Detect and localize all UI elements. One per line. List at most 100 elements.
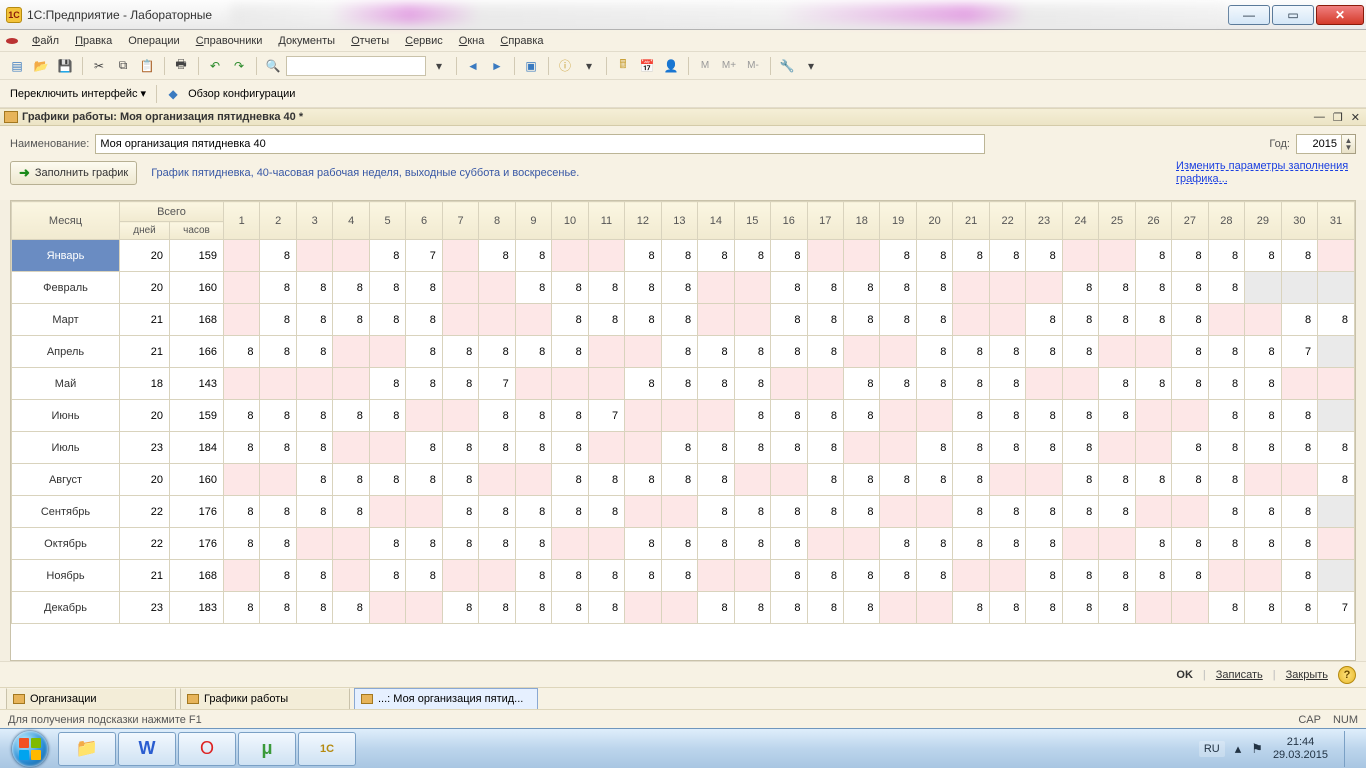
day-cell-weekend[interactable] xyxy=(1318,368,1355,400)
day-cell-weekend[interactable] xyxy=(734,464,770,496)
day-cell[interactable]: 8 xyxy=(1135,464,1171,496)
mdi-restore-icon[interactable]: ❐ xyxy=(1331,111,1345,124)
day-cell[interactable]: 8 xyxy=(771,528,807,560)
save-button[interactable]: Записать xyxy=(1216,669,1263,681)
print-icon[interactable]: 🖶 xyxy=(170,55,192,77)
hours-cell[interactable]: 166 xyxy=(170,336,224,368)
day-cell[interactable]: 8 xyxy=(880,560,916,592)
day-cell-weekend[interactable] xyxy=(442,560,478,592)
day-cell[interactable]: 8 xyxy=(260,560,296,592)
day-cell[interactable]: 8 xyxy=(1026,592,1062,624)
day-cell[interactable]: 8 xyxy=(734,432,770,464)
day-cell[interactable]: 8 xyxy=(771,400,807,432)
hours-cell[interactable]: 168 xyxy=(170,560,224,592)
day-cell[interactable]: 8 xyxy=(916,272,952,304)
day-cell[interactable]: 8 xyxy=(989,592,1025,624)
month-cell[interactable]: Июнь xyxy=(12,400,120,432)
day-cell-weekend[interactable] xyxy=(333,432,369,464)
taskbar-explorer[interactable]: 📁 xyxy=(58,732,116,766)
day-cell-weekend[interactable] xyxy=(1026,272,1062,304)
days-cell[interactable]: 18 xyxy=(120,368,170,400)
windows-icon[interactable]: ▣ xyxy=(520,55,542,77)
day-cell[interactable]: 8 xyxy=(369,240,405,272)
info-icon[interactable]: ⓘ xyxy=(554,55,576,77)
calc-icon[interactable]: 🖩 xyxy=(612,55,634,77)
day-cell[interactable]: 8 xyxy=(515,496,551,528)
day-cell[interactable]: 8 xyxy=(1208,336,1244,368)
day-cell-weekend[interactable] xyxy=(333,560,369,592)
day-cell[interactable]: 8 xyxy=(552,400,588,432)
day-cell[interactable]: 8 xyxy=(843,304,879,336)
hours-cell[interactable]: 143 xyxy=(170,368,224,400)
day-cell[interactable]: 8 xyxy=(296,560,332,592)
day-cell[interactable]: 8 xyxy=(625,272,661,304)
day-cell-weekend[interactable] xyxy=(1172,592,1208,624)
day-cell-weekend[interactable] xyxy=(807,368,843,400)
taskbar-1c[interactable]: 1C xyxy=(298,732,356,766)
day-cell[interactable]: 8 xyxy=(1281,496,1317,528)
menu-item[interactable]: Файл xyxy=(26,33,65,49)
day-cell[interactable]: 8 xyxy=(588,560,624,592)
close-form-button[interactable]: Закрыть xyxy=(1286,669,1328,681)
month-cell[interactable]: Декабрь xyxy=(12,592,120,624)
month-cell[interactable]: Январь xyxy=(12,240,120,272)
day-cell[interactable]: 8 xyxy=(953,528,989,560)
day-cell-weekend[interactable] xyxy=(880,336,916,368)
day-cell-weekend[interactable] xyxy=(661,496,697,528)
hours-cell[interactable]: 159 xyxy=(170,400,224,432)
day-cell[interactable]: 8 xyxy=(843,272,879,304)
search-dropdown-icon[interactable]: ▾ xyxy=(428,55,450,77)
day-cell-weekend[interactable] xyxy=(1245,560,1281,592)
year-spinner[interactable]: ▲▼ xyxy=(1342,134,1356,154)
day-cell[interactable]: 8 xyxy=(916,304,952,336)
mplus-icon[interactable]: M+ xyxy=(718,55,740,77)
days-cell[interactable]: 20 xyxy=(120,464,170,496)
new-doc-icon[interactable]: ▤ xyxy=(6,55,28,77)
day-cell[interactable]: 8 xyxy=(260,528,296,560)
day-cell[interactable]: 8 xyxy=(661,336,697,368)
day-cell[interactable]: 8 xyxy=(369,560,405,592)
day-cell-weekend[interactable] xyxy=(333,528,369,560)
day-cell-weekend[interactable] xyxy=(224,272,260,304)
nav-back-icon[interactable]: ◄ xyxy=(462,55,484,77)
day-cell-weekend[interactable] xyxy=(369,592,405,624)
day-cell[interactable]: 8 xyxy=(1062,304,1098,336)
day-cell[interactable]: 8 xyxy=(989,240,1025,272)
day-cell[interactable]: 8 xyxy=(260,592,296,624)
day-cell-weekend[interactable] xyxy=(880,432,916,464)
mdi-close-icon[interactable]: ✕ xyxy=(1349,111,1362,124)
day-cell[interactable]: 8 xyxy=(1062,464,1098,496)
year-input[interactable] xyxy=(1296,134,1342,154)
day-cell-weekend[interactable] xyxy=(807,240,843,272)
day-cell[interactable]: 8 xyxy=(1135,272,1171,304)
day-cell-weekend[interactable] xyxy=(734,272,770,304)
day-cell-weekend[interactable] xyxy=(588,528,624,560)
day-cell[interactable]: 8 xyxy=(333,272,369,304)
redo-icon[interactable]: ↷ xyxy=(228,55,250,77)
nav-fwd-icon[interactable]: ► xyxy=(486,55,508,77)
day-cell[interactable]: 8 xyxy=(296,432,332,464)
day-cell[interactable]: 8 xyxy=(771,432,807,464)
day-cell[interactable]: 8 xyxy=(1099,400,1135,432)
day-cell-weekend[interactable] xyxy=(224,464,260,496)
day-cell-weekend[interactable] xyxy=(989,464,1025,496)
paste-icon[interactable]: 📋 xyxy=(136,55,158,77)
fill-schedule-button[interactable]: ➜ Заполнить график xyxy=(10,161,137,185)
day-cell-weekend[interactable] xyxy=(625,496,661,528)
day-cell[interactable]: 8 xyxy=(880,272,916,304)
day-cell[interactable]: 8 xyxy=(296,496,332,528)
search-input[interactable] xyxy=(286,56,426,76)
day-cell[interactable]: 8 xyxy=(1318,304,1355,336)
day-cell-weekend[interactable] xyxy=(1062,528,1098,560)
day-cell[interactable]: 8 xyxy=(515,336,551,368)
hours-cell[interactable]: 160 xyxy=(170,464,224,496)
day-cell[interactable]: 8 xyxy=(479,240,515,272)
day-cell-weekend[interactable] xyxy=(625,592,661,624)
day-cell-weekend[interactable] xyxy=(1099,240,1135,272)
day-cell[interactable]: 8 xyxy=(1208,368,1244,400)
day-cell[interactable]: 8 xyxy=(1208,240,1244,272)
day-cell[interactable]: 8 xyxy=(771,240,807,272)
day-cell-weekend[interactable] xyxy=(916,592,952,624)
day-cell[interactable]: 8 xyxy=(1245,400,1281,432)
day-cell[interactable]: 8 xyxy=(953,400,989,432)
